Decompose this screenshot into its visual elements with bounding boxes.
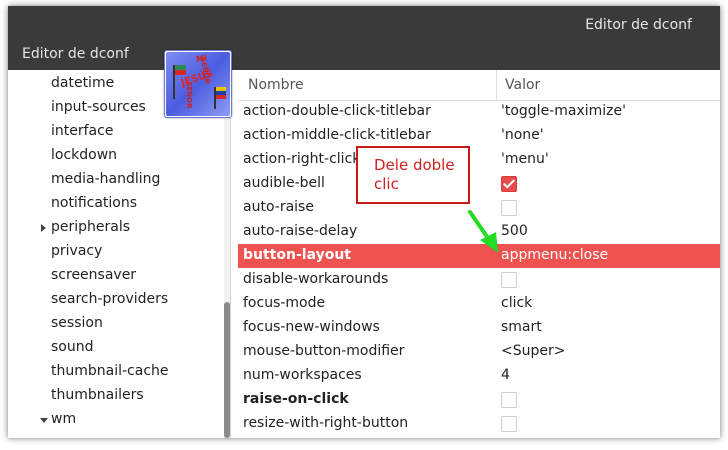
key-name: auto-raise [243, 199, 314, 215]
table-row[interactable]: raise-on-click [238, 388, 720, 412]
sidebar-item-label: privacy [51, 243, 103, 259]
sidebar-item-interface[interactable]: interface [12, 120, 230, 144]
key-name: action-middle-click-titlebar [243, 127, 431, 143]
sidebar-item-thumbnail-cache[interactable]: thumbnail-cache [12, 360, 230, 384]
table-row[interactable]: num-workspaces 4 [238, 364, 720, 388]
sidebar-item-label: peripherals [51, 219, 131, 235]
sidebar-item-thumbnailers[interactable]: thumbnailers [12, 384, 230, 408]
key-value: appmenu:close [501, 247, 609, 263]
sidebar-item-peripherals[interactable]: peripherals [12, 216, 230, 240]
sidebar-item-search-providers[interactable]: search-providers [12, 288, 230, 312]
table-row[interactable]: resize-with-right-button [238, 412, 720, 436]
table-row[interactable]: auto-raise-delay 500 [238, 220, 720, 244]
table-row[interactable]: action-middle-click-titlebar 'none' [238, 124, 720, 148]
logo-graphic: MI JESÚS SEÑOR SEÑOR [166, 52, 230, 116]
sidebar-item-label: input-sources [51, 99, 146, 115]
key-value: 'menu' [501, 151, 549, 167]
checkbox-unchecked[interactable] [501, 392, 517, 408]
key-name: audible-bell [243, 175, 325, 191]
checkbox-unchecked[interactable] [501, 272, 517, 288]
table-row[interactable]: auto-raise [238, 196, 720, 220]
sidebar-item-media-handling[interactable]: media-handling [12, 168, 230, 192]
callout-line-1: Dele doble [374, 156, 455, 174]
key-name: raise-on-click [243, 391, 349, 407]
checkbox-unchecked[interactable] [501, 200, 517, 216]
column-header-name[interactable]: Nombre [248, 77, 304, 93]
key-value: 'toggle-maximize' [501, 103, 626, 119]
table-header: Nombre Valor [238, 70, 720, 101]
titlebar[interactable]: Editor de dconf Editor de dconf [8, 6, 720, 70]
sidebar-item-label: interface [51, 123, 114, 139]
key-name: disable-workarounds [243, 271, 389, 287]
sidebar-item-notifications[interactable]: notifications [12, 192, 230, 216]
table-row[interactable]: mouse-button-modifier <Super> [238, 340, 720, 364]
key-name: num-workspaces [243, 367, 362, 383]
scrollbar-thumb[interactable] [224, 302, 230, 438]
sidebar-item-label: search-providers [51, 291, 169, 307]
sidebar-scrollbar[interactable] [224, 70, 230, 438]
key-name: auto-raise-delay [243, 223, 358, 239]
key-value: click [501, 295, 533, 311]
expander-collapsed-icon[interactable] [41, 224, 46, 232]
sidebar-item-session[interactable]: session [12, 312, 230, 336]
callout-box: Dele doble clic [356, 146, 470, 204]
table-row[interactable]: audible-bell [238, 172, 720, 196]
table-row[interactable]: button-layout appmenu:close [238, 244, 720, 268]
key-name: focus-new-windows [243, 319, 380, 335]
key-name: mouse-button-modifier [243, 343, 405, 359]
sidebar-item-label: wm [51, 411, 77, 427]
sidebar-item-privacy[interactable]: privacy [12, 240, 230, 264]
sidebar-item-label: session [51, 315, 103, 331]
callout-line-2: clic [374, 175, 399, 193]
logo-image: MI JESÚS SEÑOR SEÑOR [164, 50, 232, 118]
key-value: <Super> [501, 343, 566, 359]
table-row[interactable]: focus-mode click [238, 292, 720, 316]
column-separator[interactable] [496, 70, 497, 100]
sidebar-item-lockdown[interactable]: lockdown [12, 144, 230, 168]
sidebar-item-label: lockdown [51, 147, 118, 163]
app-title: Editor de dconf [22, 46, 129, 62]
sidebar-item-label: datetime [51, 75, 115, 91]
expander-expanded-icon[interactable] [40, 418, 48, 423]
checkbox-unchecked[interactable] [501, 416, 517, 432]
key-name: action-double-click-titlebar [243, 103, 431, 119]
dconf-editor-window: Editor de dconf Editor de dconf datetime… [8, 6, 720, 438]
table-row[interactable]: action-right-click-titlebar'menu' [238, 148, 720, 172]
key-name: resize-with-right-button [243, 415, 409, 431]
table-row[interactable]: focus-new-windows smart [238, 316, 720, 340]
svg-text:SEÑOR: SEÑOR [185, 81, 194, 109]
table-row[interactable]: action-double-click-titlebar 'toggle-maxi… [238, 100, 720, 124]
sidebar-item-screensaver[interactable]: screensaver [12, 264, 230, 288]
key-name: focus-mode [243, 295, 326, 311]
key-value: 4 [501, 367, 510, 383]
key-value: 500 [501, 223, 528, 239]
column-header-value[interactable]: Valor [505, 77, 540, 93]
sidebar-item-sound[interactable]: sound [12, 336, 230, 360]
sidebar-item-label: thumbnailers [51, 387, 144, 403]
sidebar-item-wm[interactable]: wm [12, 408, 230, 432]
checkbox-checked[interactable] [501, 176, 517, 192]
sidebar-item-label: thumbnail-cache [51, 363, 169, 379]
sidebar-tree: datetime input-sources interface lockdown me… [12, 70, 231, 438]
key-value: smart [501, 319, 542, 335]
sidebar-item-label: screensaver [51, 267, 137, 283]
sidebar-item-label: sound [51, 339, 94, 355]
table-row[interactable]: disable-workarounds [238, 268, 720, 292]
sidebar-item-label: notifications [51, 195, 138, 211]
key-name: button-layout [243, 247, 351, 263]
key-value: 'none' [501, 127, 544, 143]
sidebar-item-label: media-handling [51, 171, 161, 187]
window-manager-title: Editor de dconf [585, 17, 692, 33]
